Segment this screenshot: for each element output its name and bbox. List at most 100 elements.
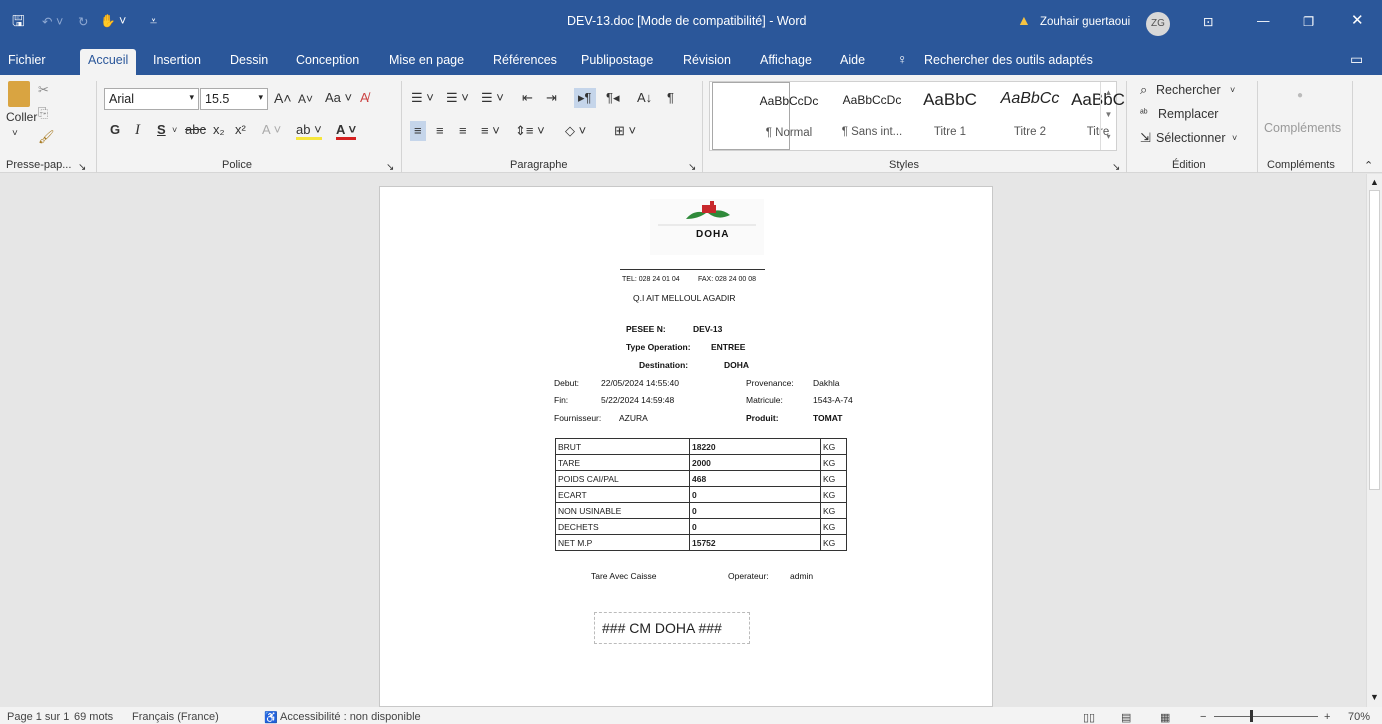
customize-toolbar-icon[interactable]: ⩡ — [150, 14, 157, 29]
style-heading-1[interactable]: AaBbC Titre 1 — [872, 82, 977, 150]
tab-affichage[interactable]: Affichage — [760, 53, 812, 67]
justify-icon[interactable]: ≡ ˅ — [481, 124, 500, 138]
borders-icon[interactable]: ⊞ ˅ — [614, 124, 636, 138]
decrease-indent-icon[interactable]: ⇤ — [522, 91, 533, 105]
document-page[interactable]: DOHA TEL: 028 24 01 04 FAX: 028 24 00 08… — [379, 186, 993, 707]
sort-icon[interactable]: A↓ — [637, 91, 652, 105]
text-effects-icon[interactable]: A ˅ — [262, 123, 281, 137]
strikethrough-icon[interactable]: abc — [185, 123, 206, 137]
dialog-launcher-icon[interactable]: ↘ — [386, 161, 394, 175]
find-button[interactable]: Rechercher — [1156, 83, 1221, 97]
styles-scroll[interactable]: ▲ ▼ ▾ — [1100, 82, 1116, 150]
tab-aide[interactable]: Aide — [840, 53, 865, 67]
chevron-down-icon[interactable]: ˅ — [1232, 131, 1237, 145]
tab-references[interactable]: Références — [493, 53, 557, 67]
tab-conception[interactable]: Conception — [296, 53, 359, 67]
zoom-out-icon[interactable]: − — [1200, 711, 1206, 723]
ribbon-display-icon[interactable]: ⊡ — [1203, 14, 1213, 29]
numbering-icon[interactable]: ☰ ˅ — [446, 91, 469, 105]
zoom-in-icon[interactable]: + — [1324, 711, 1330, 723]
redo-icon[interactable]: ↻ — [78, 14, 88, 29]
paste-button[interactable]: Coller — [6, 110, 37, 124]
shrink-font-icon[interactable]: A˅ — [298, 92, 313, 106]
chevron-down-icon[interactable]: ˅ — [1230, 83, 1235, 97]
bullets-icon[interactable]: ☰ ˅ — [411, 91, 434, 105]
style-no-spacing[interactable]: AaBbCcDc ¶ Sans int... — [792, 82, 903, 150]
style-title[interactable]: AaBbC Titre — [1030, 82, 1125, 150]
chevron-down-icon[interactable]: ˅ — [12, 127, 18, 141]
underline-icon[interactable]: S — [157, 123, 166, 137]
web-layout-icon[interactable]: ▦ — [1160, 711, 1170, 724]
close-icon[interactable]: ✕ — [1351, 11, 1364, 29]
tab-publipostage[interactable]: Publipostage — [581, 53, 653, 67]
page-count[interactable]: Page 1 sur 1 — [7, 711, 69, 723]
align-center-icon[interactable]: ≡ — [436, 124, 444, 138]
touch-mode-icon[interactable]: ✋ ˅ — [100, 14, 126, 29]
multilevel-list-icon[interactable]: ☰ ˅ — [481, 91, 504, 105]
footer-text-box[interactable]: ### CM DOHA ### — [594, 612, 750, 644]
dialog-launcher-icon[interactable]: ↘ — [1112, 161, 1120, 175]
zoom-slider-thumb[interactable] — [1250, 710, 1253, 722]
tab-dessin[interactable]: Dessin — [230, 53, 268, 67]
undo-icon[interactable]: ↶ ˅ — [42, 14, 63, 29]
align-left-icon[interactable]: ≡ — [410, 121, 426, 141]
dialog-launcher-icon[interactable]: ↘ — [688, 161, 696, 175]
accessibility-status[interactable]: Accessibilité : non disponible — [280, 711, 421, 723]
increase-indent-icon[interactable]: ⇥ — [546, 91, 557, 105]
align-right-icon[interactable]: ≡ — [459, 124, 467, 138]
comments-icon[interactable]: ▭ — [1350, 51, 1363, 68]
font-color-icon[interactable]: A ˅ — [336, 123, 357, 140]
paste-icon[interactable] — [8, 81, 30, 107]
addins-button[interactable]: Compléments — [1264, 121, 1341, 135]
tab-accueil[interactable]: Accueil — [80, 49, 137, 75]
line-spacing-icon[interactable]: ⇕≡ ˅ — [515, 124, 545, 138]
highlight-icon[interactable]: ab ˅ — [296, 123, 322, 140]
clear-formatting-icon[interactable]: A̸ — [360, 91, 369, 105]
search-tools[interactable]: Rechercher des outils adaptés — [924, 53, 1093, 67]
select-icon[interactable]: ⇲ — [1140, 131, 1151, 145]
font-size-select[interactable]: 15.5 ▾ — [200, 88, 268, 110]
show-marks-icon[interactable]: ¶ — [667, 91, 674, 105]
word-count[interactable]: 69 mots — [74, 711, 113, 723]
rtl-icon[interactable]: ¶◂ — [606, 91, 620, 105]
scroll-up-icon[interactable]: ▲ — [1370, 177, 1379, 187]
bold-icon[interactable]: G — [110, 123, 120, 137]
subscript-icon[interactable]: x₂ — [213, 123, 225, 137]
restore-icon[interactable]: ❐ — [1303, 14, 1314, 29]
style-heading-2[interactable]: AaBbCc Titre 2 — [950, 82, 1060, 150]
dialog-launcher-icon[interactable]: ↘ — [78, 161, 86, 175]
copy-icon[interactable]: ⎘ — [38, 106, 48, 120]
user-name[interactable]: Zouhair guertaoui — [1040, 16, 1130, 28]
read-mode-icon[interactable]: ▯▯ — [1083, 711, 1095, 724]
format-painter-icon[interactable]: 🖌 — [38, 130, 55, 144]
italic-icon[interactable]: I — [135, 123, 140, 138]
superscript-icon[interactable]: x² — [235, 123, 246, 137]
scroll-thumb[interactable] — [1369, 190, 1380, 490]
font-name-select[interactable]: Arial ▾ — [104, 88, 199, 110]
zoom-level[interactable]: 70% — [1348, 711, 1370, 723]
language[interactable]: Français (France) — [132, 711, 219, 723]
tab-mise-en-page[interactable]: Mise en page — [389, 53, 464, 67]
shading-icon[interactable]: ◇ ˅ — [565, 124, 586, 138]
scroll-down-icon[interactable]: ▼ — [1370, 692, 1379, 702]
tab-fichier[interactable]: Fichier — [8, 53, 46, 67]
zoom-slider[interactable] — [1214, 716, 1318, 717]
select-button[interactable]: Sélectionner — [1156, 131, 1226, 145]
save-icon[interactable]: 🖫 — [12, 11, 25, 36]
chevron-down-icon[interactable]: ˅ — [172, 123, 177, 137]
tab-revision[interactable]: Révision — [683, 53, 731, 67]
change-case-icon[interactable]: Aa ˅ — [325, 91, 352, 105]
cut-icon[interactable]: ✂ — [38, 83, 49, 97]
avatar[interactable]: ZG — [1146, 12, 1170, 36]
print-layout-icon[interactable]: ▤ — [1121, 711, 1131, 724]
grow-font-icon[interactable]: A˄ — [274, 91, 292, 105]
collapse-ribbon-icon[interactable]: ⌃ — [1364, 159, 1373, 173]
replace-icon[interactable]: ᵃᵇ — [1140, 107, 1148, 121]
replace-button[interactable]: Remplacer — [1158, 107, 1218, 121]
style-normal[interactable]: AaBbCcDc ¶ Normal — [712, 82, 818, 150]
vertical-scrollbar[interactable]: ▲ ▼ — [1366, 174, 1382, 707]
minimize-icon[interactable]: — — [1257, 14, 1270, 28]
ltr-icon[interactable]: ▸¶ — [574, 88, 596, 108]
search-icon[interactable]: ⌕ — [1140, 83, 1147, 97]
tab-insertion[interactable]: Insertion — [153, 53, 201, 67]
